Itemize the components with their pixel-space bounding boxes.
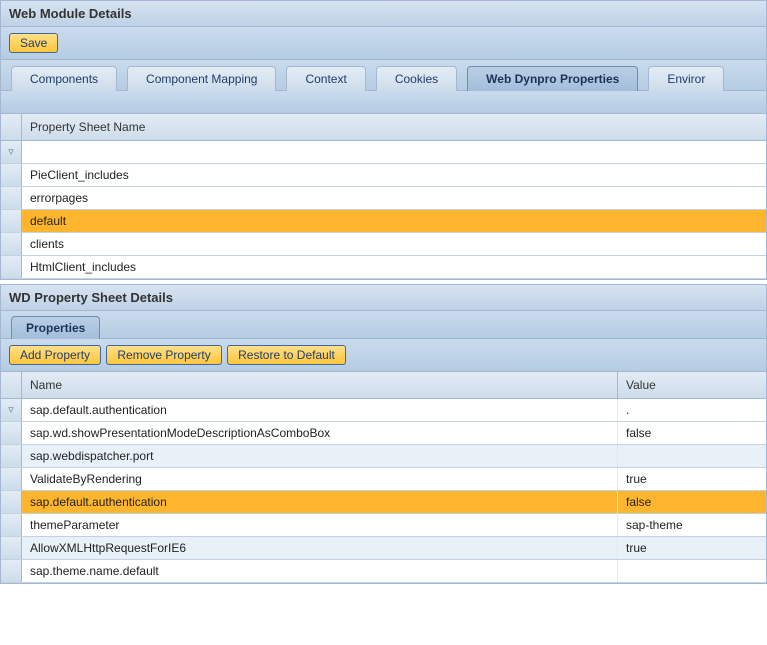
row-selector[interactable] [1,445,22,467]
prop-name: sap.webdispatcher.port [22,445,618,467]
row-selector[interactable] [1,233,22,255]
table-row[interactable]: AllowXMLHttpRequestForIE6true [1,537,766,560]
module-tabstrip: Components Component Mapping Context Cookie… [1,60,766,91]
property-sheet-name: default [22,210,766,232]
table-row[interactable]: ValidateByRenderingtrue [1,468,766,491]
property-sheet-name: PieClient_includes [22,164,766,186]
tab-cookies[interactable]: Cookies [376,66,457,91]
details-tabstrip: Properties [1,311,766,339]
filter-icon[interactable]: ▿ [8,405,14,416]
restore-default-button[interactable]: Restore to Default [227,345,346,365]
value-filter-input[interactable]: . [618,399,766,421]
prop-value: true [618,468,766,490]
table-row[interactable]: sap.webdispatcher.port [1,445,766,468]
prop-value [618,452,766,460]
filter-row[interactable]: ▿ [1,141,766,164]
table-row[interactable]: sap.theme.name.default [1,560,766,583]
property-sheet-name: clients [22,233,766,255]
column-name-header[interactable]: Name [22,372,618,398]
row-selector[interactable] [1,468,22,490]
tab-context[interactable]: Context [286,66,365,91]
table-row[interactable]: sap.wd.showPresentationModeDescriptionAs… [1,422,766,445]
toolbar: Save [1,27,766,60]
row-selector[interactable] [1,422,22,444]
tab-properties[interactable]: Properties [11,316,100,339]
prop-name: ValidateByRendering [22,468,618,490]
prop-name: AllowXMLHttpRequestForIE6 [22,537,618,559]
panel-title: WD Property Sheet Details [1,285,766,311]
table-row[interactable]: default [1,210,766,233]
property-sheet-table: Property Sheet Name ▿ PieClient_includes… [1,114,766,279]
prop-value: sap-theme [618,514,766,536]
row-selector[interactable] [1,187,22,209]
tab-component-mapping[interactable]: Component Mapping [127,66,276,91]
row-selector[interactable] [1,491,22,513]
prop-value [618,567,766,575]
table-row[interactable]: errorpages [1,187,766,210]
tab-web-dynpro-properties[interactable]: Web Dynpro Properties [467,66,638,91]
tab-enviror[interactable]: Enviror [648,66,724,91]
properties-table: Name Value ▿ sap.default.authentication … [1,372,766,583]
properties-toolbar: Add Property Remove Property Restore to … [1,339,766,372]
row-selector[interactable] [1,560,22,582]
prop-value: false [618,422,766,444]
wd-property-sheet-details-panel: WD Property Sheet Details Properties Add… [0,284,767,584]
column-value-header[interactable]: Value [618,372,766,398]
row-selector[interactable] [1,537,22,559]
tab-components[interactable]: Components [11,66,117,91]
prop-name: sap.default.authentication [22,491,618,513]
prop-value: true [618,537,766,559]
row-selector[interactable] [1,256,22,278]
add-property-button[interactable]: Add Property [9,345,101,365]
name-filter-input[interactable]: sap.default.authentication [22,399,618,421]
row-selector[interactable] [1,514,22,536]
table-row[interactable]: PieClient_includes [1,164,766,187]
filter-row[interactable]: ▿ sap.default.authentication . [1,399,766,422]
remove-property-button[interactable]: Remove Property [106,345,221,365]
table-header: Name Value [1,372,766,399]
save-button[interactable]: Save [9,33,58,53]
column-header[interactable]: Property Sheet Name [22,114,153,140]
row-selector[interactable] [1,164,22,186]
prop-name: sap.wd.showPresentationModeDescriptionAs… [22,422,618,444]
table-row[interactable]: sap.default.authenticationfalse [1,491,766,514]
table-toolbar-spacer [1,91,766,114]
row-selector[interactable] [1,210,22,232]
property-sheet-name: errorpages [22,187,766,209]
table-row[interactable]: clients [1,233,766,256]
table-row[interactable]: themeParametersap-theme [1,514,766,537]
table-row[interactable]: HtmlClient_includes [1,256,766,279]
web-module-details-panel: Web Module Details Save ComponentsCompon… [0,0,767,280]
prop-name: sap.theme.name.default [22,560,618,582]
prop-value: false [618,491,766,513]
filter-icon[interactable]: ▿ [8,147,14,158]
table-header: Property Sheet Name [1,114,766,141]
filter-input[interactable] [22,148,766,156]
prop-name: themeParameter [22,514,618,536]
property-sheet-name: HtmlClient_includes [22,256,766,278]
panel-title: Web Module Details [1,1,766,27]
